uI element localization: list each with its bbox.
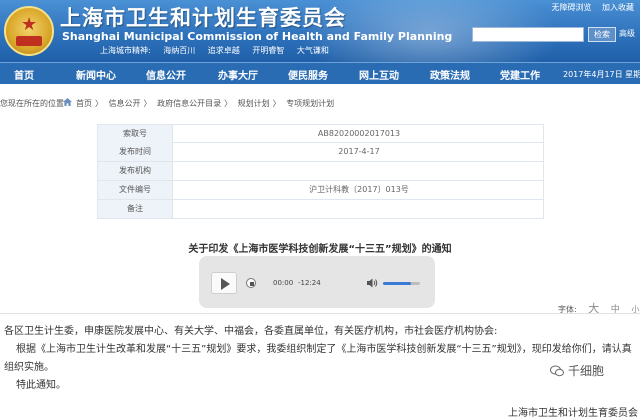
add-favorite-link[interactable]: 加入收藏 <box>602 3 634 12</box>
play-button[interactable] <box>211 272 237 294</box>
search-button[interactable]: 检索 <box>588 27 616 42</box>
watermark-source: 上海市卫生和计划生育委员会 <box>508 408 638 419</box>
breadcrumb-item[interactable]: 首页 <box>76 99 92 108</box>
meta-value: 2017-4-17 <box>338 147 380 156</box>
accessibility-link[interactable]: 无障碍浏览 <box>551 3 591 12</box>
volume-slider[interactable] <box>383 282 420 285</box>
breadcrumb-item[interactable]: 信息公开 <box>109 99 141 108</box>
meta-key: 索取号 <box>98 125 173 143</box>
site-title[interactable]: 上海市卫生和计划生育委员会 <box>60 2 346 32</box>
stop-button[interactable] <box>246 278 256 288</box>
home-icon <box>63 98 72 106</box>
audio-player: 00:00 -12:24 <box>199 256 435 308</box>
nav-item-party-building[interactable]: 党建工作 <box>500 67 540 82</box>
nav-item-news[interactable]: 新闻中心 <box>76 67 116 82</box>
meta-value: AB82020002017013 <box>317 129 401 138</box>
wechat-icon <box>550 365 564 377</box>
remaining-time: -12:24 <box>298 279 321 287</box>
city-spirit-label: 上海城市精神: <box>100 46 151 55</box>
meta-row: 索取号 AB82020002017013 <box>97 124 544 143</box>
nav-item-info-disclosure[interactable]: 信息公开 <box>146 67 186 82</box>
meta-key: 发布时间 <box>98 143 173 161</box>
current-date: 2017年4月17日 星期 <box>563 70 640 79</box>
breadcrumb: 您现在所在的位置: 首页〉 信息公开〉 政府信息公开目录〉 规划计划〉 专项规划… <box>0 96 640 110</box>
meta-row: 发布机构 <box>97 162 544 181</box>
document-title: 关于印发《上海市医学科技创新发展“十三五”规划》的通知 <box>188 244 452 255</box>
breadcrumb-separator: 〉 <box>272 99 281 108</box>
meta-key: 备注 <box>98 200 173 218</box>
breadcrumb-separator: 〉 <box>143 99 152 108</box>
site-title-english: Shanghai Municipal Commission of Health … <box>62 30 453 43</box>
breadcrumb-item[interactable]: 专项规划计划 <box>286 99 334 108</box>
meta-row: 发布时间 2017-4-17 <box>97 143 544 162</box>
national-emblem-icon: ★ <box>4 6 54 56</box>
elapsed-time: 00:00 <box>273 279 294 287</box>
body-paragraph: 特此通知。 <box>16 380 66 391</box>
meta-key: 发布机构 <box>98 162 173 180</box>
city-spirit-item: 追求卓越 <box>207 46 240 55</box>
nav-item-service-hall[interactable]: 办事大厅 <box>218 67 258 82</box>
meta-value: 沪卫计科教〔2017〕013号 <box>309 185 409 194</box>
main-nav: 首页 新闻中心 信息公开 办事大厅 便民服务 网上互动 政策法规 党建工作 20… <box>0 62 640 84</box>
watermark-brand-text: 千细胞 <box>568 364 605 378</box>
breadcrumb-trail: 首页〉 信息公开〉 政府信息公开目录〉 规划计划〉 专项规划计划 <box>76 98 337 109</box>
site-header: ★ 上海市卫生和计划生育委员会 Shanghai Municipal Commi… <box>0 0 640 62</box>
breadcrumb-separator: 〉 <box>224 99 233 108</box>
play-icon <box>221 278 230 290</box>
search-input[interactable] <box>472 27 584 42</box>
nav-item-home[interactable]: 首页 <box>14 67 34 82</box>
star-icon: ★ <box>21 14 38 35</box>
body-paragraph: 各区卫生计生委，申康医院发展中心、有关大学、中福会，各委直属单位，有关医疗机构，… <box>4 326 498 337</box>
advanced-search-link[interactable]: 高级 <box>619 28 635 39</box>
top-links: 无障碍浏览 加入收藏 <box>543 2 634 13</box>
city-spirit-item: 大气谦和 <box>296 46 329 55</box>
volume-level <box>383 282 411 285</box>
meta-value <box>174 200 544 218</box>
meta-row: 文件编号 沪卫计科教〔2017〕013号 <box>97 181 544 200</box>
city-spirit-item: 开明睿智 <box>252 46 285 55</box>
body-paragraph: 根据《上海市卫生计生改革和发展“十三五”规划》要求，我委组织制定了《上海市医学科… <box>4 344 632 373</box>
breadcrumb-separator: 〉 <box>95 99 103 108</box>
content-divider <box>0 313 640 314</box>
nav-item-policies[interactable]: 政策法规 <box>430 67 470 82</box>
city-spirit: 上海城市精神: 海纳百川 追求卓越 开明睿智 大气谦和 <box>100 45 339 56</box>
document-body: 各区卫生计生委，申康医院发展中心、有关大学、中福会，各委直属单位，有关医疗机构，… <box>4 323 634 395</box>
breadcrumb-item[interactable]: 规划计划 <box>238 99 270 108</box>
breadcrumb-item[interactable]: 政府信息公开目录 <box>157 99 221 108</box>
meta-value <box>174 162 544 180</box>
breadcrumb-label: 您现在所在的位置: <box>0 99 67 108</box>
stop-icon <box>249 281 254 286</box>
city-spirit-item: 海纳百川 <box>163 46 196 55</box>
volume-icon[interactable] <box>366 277 378 289</box>
watermark-brand: 千细胞 <box>550 362 604 379</box>
emblem-base <box>16 36 42 46</box>
meta-key: 文件编号 <box>98 181 173 199</box>
nav-item-online-interaction[interactable]: 网上互动 <box>359 67 399 82</box>
meta-row: 备注 <box>97 200 544 219</box>
nav-item-public-service[interactable]: 便民服务 <box>288 67 328 82</box>
document-meta-table: 索取号 AB82020002017013 发布时间 2017-4-17 发布机构… <box>97 124 544 219</box>
